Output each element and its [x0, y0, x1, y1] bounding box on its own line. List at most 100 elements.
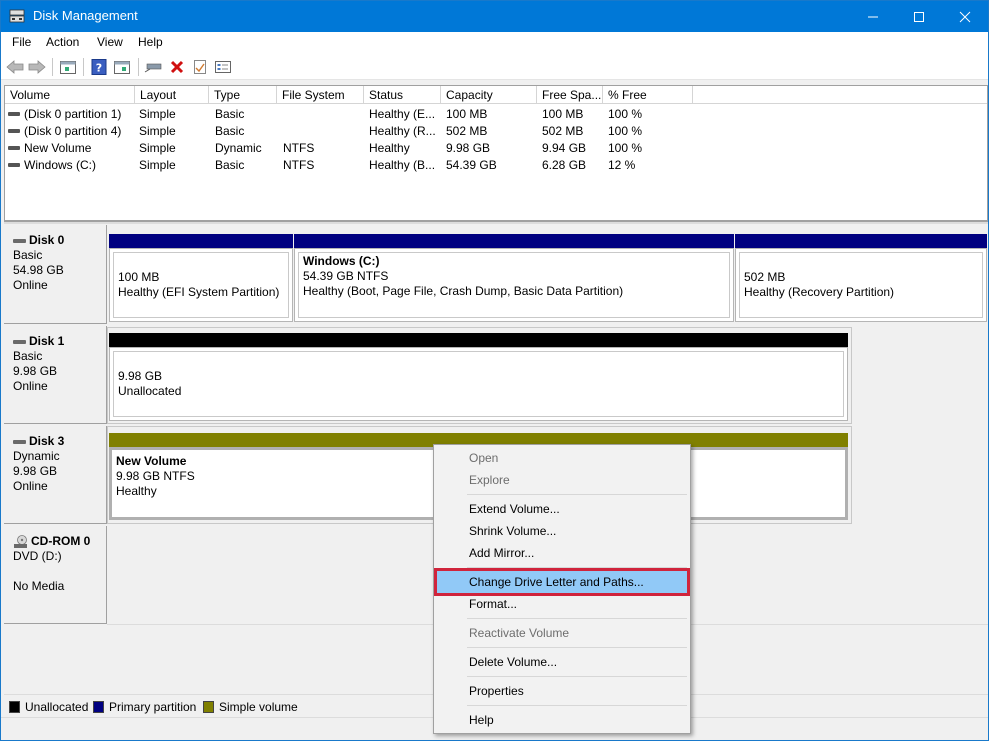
volume-icon	[8, 145, 20, 150]
partition-body: 100 MB Healthy (EFI System Partition)	[109, 248, 293, 322]
file-system-cell: NTFS	[283, 141, 315, 155]
disk-size: 9.98 GB	[13, 364, 58, 378]
disk-size: 54.98 GB	[13, 263, 64, 277]
delete-button[interactable]	[168, 58, 186, 76]
type-cell: Basic	[215, 124, 245, 138]
column-header-percent-free[interactable]: % Free	[603, 86, 693, 104]
disk-state: Online	[13, 278, 48, 292]
column-header-layout[interactable]: Layout	[135, 86, 209, 104]
menu-item-delete-volume[interactable]: Delete Volume...	[436, 651, 688, 673]
percent-free-cell: 12 %	[608, 158, 636, 172]
forward-button[interactable]	[28, 58, 46, 76]
disk-type: Dynamic	[13, 449, 60, 463]
volume-cell: (Disk 0 partition 4)	[8, 123, 121, 140]
menu-item-properties[interactable]: Properties	[436, 680, 688, 702]
partition-windows-c[interactable]: Windows (C:) 54.39 GB NTFS Healthy (Boot…	[294, 234, 734, 322]
menu-item-open[interactable]: Open	[436, 447, 688, 469]
show-hide-console-tree-button[interactable]	[59, 58, 77, 76]
column-header-status[interactable]: Status	[364, 86, 441, 104]
menu-item-shrink-volume[interactable]: Shrink Volume...	[436, 520, 688, 542]
maximize-button[interactable]	[896, 1, 942, 32]
partition-body: Windows (C:) 54.39 GB NTFS Healthy (Boot…	[294, 248, 734, 322]
percent-free-cell: 100 %	[608, 141, 643, 155]
disk-name: Disk 0	[29, 233, 65, 247]
menu-help[interactable]: Help	[138, 35, 163, 49]
disk-state: Online	[13, 479, 48, 493]
menu-bar: File Action View Help	[1, 32, 988, 54]
column-header-file-system[interactable]: File System	[277, 86, 364, 104]
partition-content: Windows (C:) 54.39 GB NTFS Healthy (Boot…	[298, 252, 730, 318]
legend-label: Simple volume	[219, 700, 298, 714]
volume-icon	[8, 162, 20, 167]
menu-item-change-drive-letter-and-paths[interactable]: Change Drive Letter and Paths...	[434, 568, 690, 596]
svg-text:?: ?	[96, 62, 102, 75]
close-button[interactable]	[942, 1, 988, 32]
window-title: Disk Management	[33, 8, 138, 23]
partition-efi[interactable]: 100 MB Healthy (EFI System Partition)	[109, 234, 293, 322]
disk-1-partitions: 9.98 GB Unallocated	[107, 327, 852, 424]
menu-item-reactivate-volume[interactable]: Reactivate Volume	[436, 622, 688, 644]
menu-file[interactable]: File	[12, 35, 31, 49]
menu-item-format[interactable]: Format...	[436, 593, 688, 615]
legend-swatch	[203, 701, 214, 713]
menu-action[interactable]: Action	[46, 35, 79, 49]
partition-unallocated[interactable]: 9.98 GB Unallocated	[109, 333, 848, 421]
pane-splitter[interactable]	[4, 221, 988, 224]
column-header-type[interactable]: Type	[209, 86, 277, 104]
menu-item-extend-volume[interactable]: Extend Volume...	[436, 498, 688, 520]
partition-size: 54.39 GB NTFS	[303, 269, 389, 283]
connect-virtual-disk-button[interactable]	[144, 58, 162, 76]
menu-item-explore[interactable]: Explore	[436, 469, 688, 491]
toolbar: ?	[1, 54, 988, 80]
partition-bar	[735, 234, 987, 248]
disk-name: Disk 1	[29, 334, 65, 348]
partition-content: 100 MB Healthy (EFI System Partition)	[113, 252, 289, 318]
menu-separator	[467, 567, 687, 568]
minimize-button[interactable]	[850, 1, 896, 32]
table-row[interactable]: New Volume Simple Dynamic NTFS Healthy 9…	[5, 140, 987, 157]
status-cell: Healthy (E...	[369, 107, 436, 121]
table-row[interactable]: (Disk 0 partition 1) Simple Basic Health…	[5, 106, 987, 123]
status-cell: Healthy (B...	[369, 158, 436, 172]
minimize-icon	[868, 16, 878, 17]
legend-label: Primary partition	[109, 700, 197, 714]
disk-3-label[interactable]: Disk 3 Dynamic 9.98 GB Online	[4, 426, 107, 524]
disk-0-partitions: 100 MB Healthy (EFI System Partition) Wi…	[107, 225, 988, 324]
disk-size: 9.98 GB	[13, 464, 58, 478]
partition-body: 9.98 GB Unallocated	[109, 347, 848, 421]
menu-item-help[interactable]: Help	[436, 709, 688, 731]
legend-primary-partition: Primary partition	[93, 700, 196, 714]
type-cell: Basic	[215, 107, 245, 121]
menu-item-add-mirror[interactable]: Add Mirror...	[436, 542, 688, 564]
show-hide-action-pane-button[interactable]	[113, 58, 131, 76]
table-row[interactable]: Windows (C:) Simple Basic NTFS Healthy (…	[5, 157, 987, 174]
back-button[interactable]	[6, 58, 24, 76]
disk-icon	[13, 238, 26, 243]
connect-virtual-disk-icon	[144, 63, 162, 73]
table-row[interactable]: (Disk 0 partition 4) Simple Basic Health…	[5, 123, 987, 140]
menu-separator	[467, 618, 687, 619]
partition-bar	[109, 234, 293, 248]
list-view-button[interactable]	[214, 58, 232, 76]
volume-list: Volume Layout Type File System Status Ca…	[4, 85, 988, 221]
help-button[interactable]: ?	[90, 58, 108, 76]
partition-status: Unallocated	[118, 384, 182, 398]
forward-arrow-icon	[28, 60, 46, 74]
show-hide-action-pane-icon	[114, 61, 130, 74]
context-menu: Open Explore Extend Volume... Shrink Vol…	[433, 444, 691, 734]
partition-recovery[interactable]: 502 MB Healthy (Recovery Partition)	[735, 234, 987, 322]
disk-management-app-icon	[9, 9, 25, 23]
disk-1-label[interactable]: Disk 1 Basic 9.98 GB Online	[4, 326, 107, 424]
disk-name: CD-ROM 0	[31, 534, 91, 548]
column-header-free-space[interactable]: Free Spa...	[537, 86, 603, 104]
disk-0-label[interactable]: Disk 0 Basic 54.98 GB Online	[4, 225, 107, 324]
column-header-capacity[interactable]: Capacity	[441, 86, 537, 104]
properties-button[interactable]	[191, 58, 209, 76]
cdrom-0-label[interactable]: CD-ROM 0 DVD (D:) No Media	[4, 526, 107, 624]
delete-icon	[170, 60, 184, 74]
menu-view[interactable]: View	[97, 35, 123, 49]
toolbar-separator	[83, 58, 84, 76]
column-header-volume[interactable]: Volume	[5, 86, 135, 104]
capacity-cell: 54.39 GB	[446, 158, 497, 172]
